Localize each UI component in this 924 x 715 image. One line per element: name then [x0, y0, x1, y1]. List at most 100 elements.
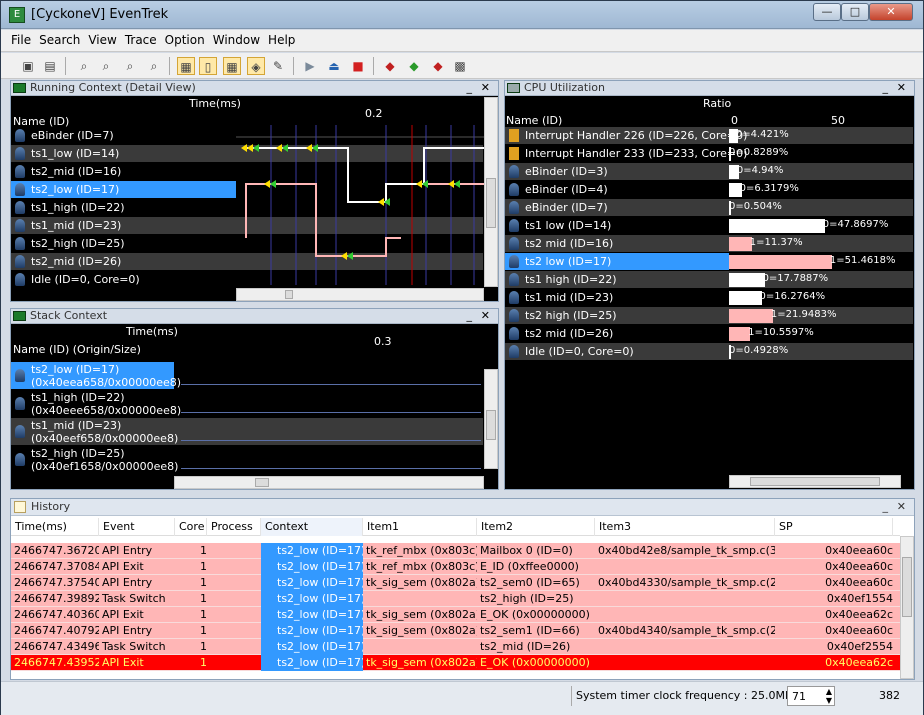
- settings-icon[interactable]: ▩: [451, 57, 469, 75]
- cpu-row[interactable]: Idle (ID=0, Core=0): [505, 343, 913, 360]
- history-vscroll[interactable]: [900, 536, 914, 679]
- document-icon[interactable]: ▯: [199, 57, 217, 75]
- stack-usage-line: [181, 412, 481, 413]
- task-icon: [15, 129, 25, 142]
- cpu-row[interactable]: eBinder (ID=7): [505, 199, 913, 216]
- minimize-button[interactable]: —: [813, 3, 841, 21]
- menu-file[interactable]: File: [7, 30, 35, 47]
- menu-view[interactable]: View: [84, 30, 120, 47]
- stack-context-panel: Stack Context _ ✕ Time(ms) 0.3 Name (ID) (…: [10, 308, 499, 490]
- history-row[interactable]: 2466747.40360 API Exit 1 ts2_low (ID=17) tk_…: [11, 607, 900, 623]
- maximize-button[interactable]: □: [841, 3, 869, 21]
- running-row-label: ts1_low (ID=14): [31, 147, 120, 160]
- cpu-row-label: ts2 high (ID=25): [525, 309, 617, 322]
- stack-vscroll[interactable]: [484, 369, 498, 469]
- column-header[interactable]: SP: [775, 518, 893, 536]
- column-header[interactable]: Process: [207, 518, 261, 536]
- history-cell: [595, 655, 775, 671]
- spinner-field[interactable]: 71 ▲ ▼: [787, 686, 835, 706]
- history-cell: tk_ref_mbx (0x803c): [366, 544, 477, 557]
- history-row[interactable]: 2466747.37084 API Exit 1 ts2_low (ID=17) tk_…: [11, 559, 900, 575]
- cpu-row[interactable]: ts1 mid (ID=23): [505, 289, 913, 306]
- panel-minimize-button[interactable]: _: [467, 81, 473, 95]
- find-prev-icon[interactable]: ⌕: [145, 57, 163, 75]
- cpu-row[interactable]: ts2 mid (ID=16): [505, 235, 913, 252]
- connect-red-icon[interactable]: ◆: [381, 57, 399, 75]
- event-marker: [241, 144, 253, 152]
- find-abc-icon[interactable]: ⌕: [97, 57, 115, 75]
- tag-icon[interactable]: ◈: [247, 57, 265, 75]
- detail-view-icon[interactable]: ▦: [177, 57, 195, 75]
- cpu-bar: [729, 219, 825, 233]
- chart-view-icon[interactable]: ▦: [223, 57, 241, 75]
- history-row[interactable]: 2466747.43496 Task Switch 1 ts2_low (ID=17)…: [11, 639, 900, 655]
- stack-hscroll[interactable]: [174, 476, 484, 489]
- cpu-bar-value: 1=10.5597%: [748, 327, 814, 338]
- cpu-row[interactable]: ts2 low (ID=17): [505, 253, 729, 270]
- stack-row-name: ts1_mid (ID=23): [31, 419, 122, 432]
- eject-icon[interactable]: ⏏: [325, 57, 343, 75]
- column-header[interactable]: Event: [99, 518, 175, 536]
- history-cell: 0x40eea60c: [825, 624, 893, 637]
- column-header[interactable]: Time(ms): [11, 518, 99, 536]
- cpu-row[interactable]: ts2 mid (ID=26): [505, 325, 913, 342]
- find-next-icon[interactable]: ⌕: [121, 57, 139, 75]
- cpu-row[interactable]: Interrupt Handler 226 (ID=226, Core=0): [505, 127, 913, 144]
- running-hscroll[interactable]: [236, 288, 484, 301]
- column-header[interactable]: Item2: [477, 518, 595, 536]
- stack-name-header: Name (ID) (Origin/Size): [13, 343, 141, 356]
- save-icon[interactable]: ▤: [41, 57, 59, 75]
- title-bar: E [CyckoneV] EvenTrek — □ ✕: [1, 1, 923, 29]
- disconnect-icon[interactable]: ◆: [429, 57, 447, 75]
- running-context-panel: Running Context (Detail View) _ ✕ Time(ms)…: [10, 80, 499, 302]
- column-header[interactable]: Item3: [595, 518, 775, 536]
- history-cell: 0x40eea60c: [825, 576, 893, 589]
- history-row[interactable]: 2466747.40792 API Entry 1 ts2_low (ID=17) tk…: [11, 623, 900, 639]
- spinner-arrows-icon[interactable]: ▲ ▼: [826, 687, 832, 705]
- running-row-label: ts2_mid (ID=26): [31, 255, 122, 268]
- stack-close-button[interactable]: ✕: [481, 309, 490, 323]
- running-vscroll[interactable]: [484, 97, 498, 287]
- history-cell: ts2_mid (ID=26): [480, 640, 571, 653]
- open-icon[interactable]: ▣: [19, 57, 37, 75]
- stop-icon[interactable]: ■: [349, 57, 367, 75]
- menu-search[interactable]: Search: [35, 30, 84, 47]
- column-header[interactable]: Context: [261, 518, 363, 536]
- running-context-title: Running Context (Detail View): [30, 81, 196, 94]
- running-row[interactable]: ts2_low (ID=17): [11, 181, 236, 198]
- cpu-row[interactable]: eBinder (ID=3): [505, 163, 913, 180]
- stack-row[interactable]: ts2_low (ID=17) (0x40eea658/0x00000ee8): [11, 362, 181, 389]
- menu-trace[interactable]: Trace: [121, 30, 161, 47]
- history-row[interactable]: 2466747.39892 Task Switch 1 ts2_low (ID=17)…: [11, 591, 900, 607]
- panel-close-button[interactable]: ✕: [481, 81, 490, 95]
- cpu-row[interactable]: Interrupt Handler 233 (ID=233, Core=0): [505, 145, 913, 162]
- find-icon[interactable]: ⌕: [75, 57, 93, 75]
- close-button[interactable]: ✕: [869, 3, 913, 21]
- cpu-row[interactable]: ts2 high (ID=25): [505, 307, 913, 324]
- stack-row-name: ts2_high (ID=25): [31, 447, 125, 460]
- menu-option[interactable]: Option: [161, 30, 209, 47]
- cpu-bar: [729, 309, 773, 323]
- history-cell: 1: [200, 576, 207, 589]
- column-header[interactable]: Item1: [363, 518, 477, 536]
- cpu-hscroll[interactable]: [729, 475, 901, 488]
- menu-help[interactable]: Help: [264, 30, 299, 47]
- history-row[interactable]: 2466747.43952 API Exit 1 ts2_low (ID=17) tk_…: [11, 655, 900, 671]
- history-row[interactable]: 2466747.36720 API Entry 1 ts2_low (ID=17) tk…: [11, 543, 900, 559]
- cpu-close-button[interactable]: ✕: [897, 81, 906, 95]
- history-cell: ts2_low (ID=17): [261, 655, 363, 671]
- history-row[interactable]: 2466747.37540 API Entry 1 ts2_low (ID=17) tk…: [11, 575, 900, 591]
- cpu-row-label: ts1 low (ID=14): [525, 219, 612, 232]
- connect-green-icon[interactable]: ◆: [405, 57, 423, 75]
- cpu-row[interactable]: eBinder (ID=4): [505, 181, 913, 198]
- cpu-row[interactable]: ts1 high (ID=22): [505, 271, 913, 288]
- play-icon[interactable]: ▶: [301, 57, 319, 75]
- history-minimize-button[interactable]: _: [883, 499, 889, 515]
- running-row-label: eBinder (ID=7): [31, 129, 114, 142]
- stack-minimize-button[interactable]: _: [467, 309, 473, 323]
- cpu-minimize-button[interactable]: _: [883, 81, 889, 95]
- column-header[interactable]: Core: [175, 518, 207, 536]
- menu-window[interactable]: Window: [209, 30, 264, 47]
- marker-icon[interactable]: ✎: [269, 57, 287, 75]
- history-close-button[interactable]: ✕: [897, 499, 906, 515]
